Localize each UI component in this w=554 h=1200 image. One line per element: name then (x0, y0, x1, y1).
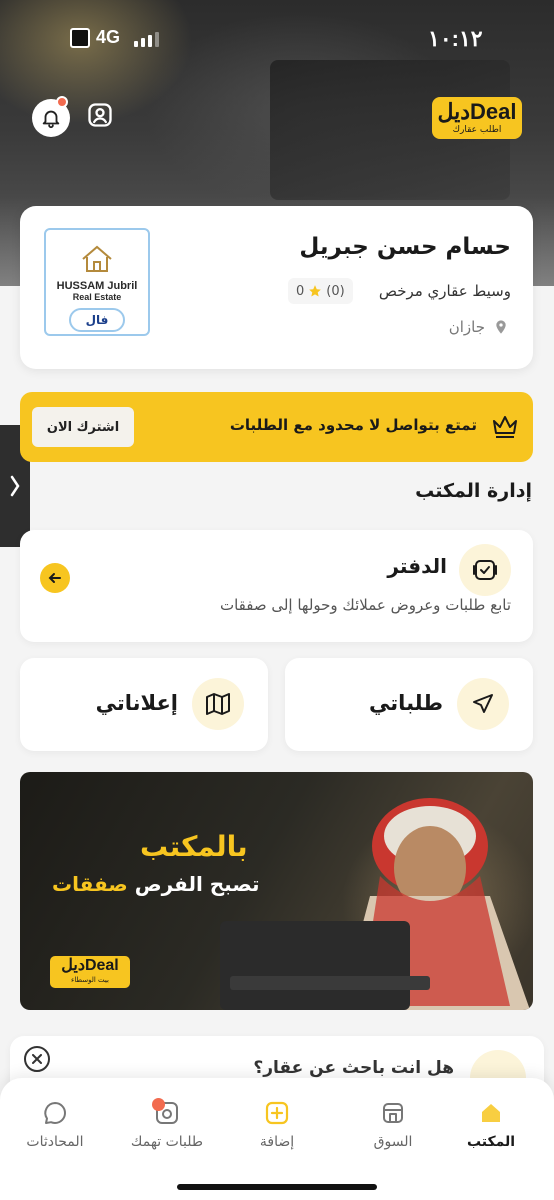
office-management-title: إدارة المكتب (415, 480, 532, 502)
tab-requests[interactable]: طلبات تهمك (112, 1098, 222, 1150)
banner-subheadline: تصبح الفرص صفقات (52, 872, 260, 896)
network-label: 4G (96, 27, 121, 47)
crown-icon (493, 416, 517, 438)
market-icon (383, 1103, 403, 1123)
notification-dot (56, 96, 68, 108)
promo-text: تمتع بتواصل لا محدود مع الطلبات (229, 416, 477, 434)
tab-office-label: المكتب (466, 1134, 516, 1150)
map-icon (206, 693, 230, 715)
agent-rating: 0 (0) (288, 278, 353, 304)
ledger-icon-wrapper (459, 544, 511, 596)
banner-headline: بالمكتب (140, 830, 248, 863)
agent-profile-card[interactable]: حسام حسن جبريل وسيط عقاري مرخص 0 (0) جاز… (20, 206, 533, 369)
rating-count: (0) (326, 283, 345, 299)
tab-office[interactable]: المكتب (436, 1098, 546, 1150)
ledger-card[interactable]: الدفتر تابع طلبات وعروض عملائك وحولها إل… (20, 530, 533, 642)
sim-icon (70, 27, 90, 48)
close-icon (32, 1054, 42, 1064)
banner-subheadline-highlight: صفقات (52, 872, 128, 896)
ledger-title: الدفتر (387, 554, 447, 578)
send-icon (473, 694, 493, 713)
ads-icon-wrapper (192, 678, 244, 730)
requests-icon-wrapper (457, 678, 509, 730)
banner-logo-text: ديلDeal (61, 957, 119, 974)
promo-banner[interactable]: بالمكتب تصبح الفرص صفقات ديلDeal بيت الو… (20, 772, 533, 1010)
agent-city: جازان (448, 318, 485, 336)
agent-logo-line1: HUSSAM Jubril (56, 280, 138, 292)
house-icon (82, 245, 112, 272)
bottom-tab-bar: المكتب السوق إضافة طلبات تهمك المحادثات (0, 1078, 554, 1200)
agent-location: جازان (449, 318, 509, 336)
agent-name: حسام حسن جبريل (299, 234, 511, 260)
office-icon (482, 1104, 500, 1122)
bell-icon (42, 110, 60, 129)
banner-subheadline-prefix: تصبح الفرص (134, 872, 260, 896)
chat-icon (44, 1102, 66, 1125)
tab-chats[interactable]: المحادثات (0, 1098, 110, 1150)
home-indicator (177, 1184, 377, 1190)
ledger-icon (473, 560, 497, 580)
rating-value: 0 (296, 283, 305, 299)
add-icon (265, 1101, 289, 1125)
star-icon (309, 285, 322, 297)
logo-subtitle: اطلب عقارك (452, 125, 502, 135)
banner-logo-subtitle: بيت الوسطاء (71, 976, 109, 984)
arrow-left-icon (48, 573, 61, 583)
profile-button[interactable] (86, 101, 114, 133)
network-indicator: 4G (70, 27, 160, 48)
location-pin-icon (496, 320, 506, 334)
my-ads-card[interactable]: إعلاناتي (20, 658, 268, 751)
tab-add[interactable]: إضافة (222, 1098, 332, 1150)
agent-logo: HUSSAM Jubril Real Estate فال (44, 228, 150, 336)
my-requests-card[interactable]: طلباتي (285, 658, 533, 751)
my-requests-label: طلباتي (369, 691, 443, 715)
tab-market-label: السوق (373, 1134, 413, 1150)
chevron-right-icon (10, 475, 20, 497)
tab-add-label: إضافة (259, 1134, 295, 1150)
tab-requests-label: طلبات تهمك (130, 1134, 204, 1150)
user-profile-icon (88, 103, 112, 127)
fal-license-badge: فال (69, 308, 125, 332)
ledger-open-button[interactable] (40, 563, 70, 593)
tab-chats-label: المحادثات (26, 1134, 84, 1150)
agent-role: وسيط عقاري مرخص (378, 282, 511, 300)
status-bar: 4G ١٠:١٢ (0, 0, 554, 70)
banner-brand-logo: ديلDeal بيت الوسطاء (50, 956, 130, 988)
brand-logo: ديلDeal اطلب عقارك (432, 97, 522, 139)
signal-bars-icon (134, 29, 160, 47)
close-button[interactable] (24, 1046, 50, 1072)
requests-badge (152, 1098, 165, 1111)
subscribe-now-button[interactable]: اشترك الان (32, 407, 134, 447)
tab-market[interactable]: السوق (338, 1098, 448, 1150)
logo-text: ديلDeal (437, 99, 517, 124)
ledger-description: تابع طلبات وعروض عملائك وحولها إلى صفقات (219, 596, 511, 614)
agent-logo-line2: Real Estate (72, 292, 122, 302)
property-search-text: هل انت باحث عن عقار؟ (253, 1058, 454, 1078)
subscription-promo-banner: تمتع بتواصل لا محدود مع الطلبات اشترك ال… (20, 392, 533, 462)
my-ads-label: إعلاناتي (95, 691, 178, 715)
status-time: ١٠:١٢ (428, 26, 483, 51)
